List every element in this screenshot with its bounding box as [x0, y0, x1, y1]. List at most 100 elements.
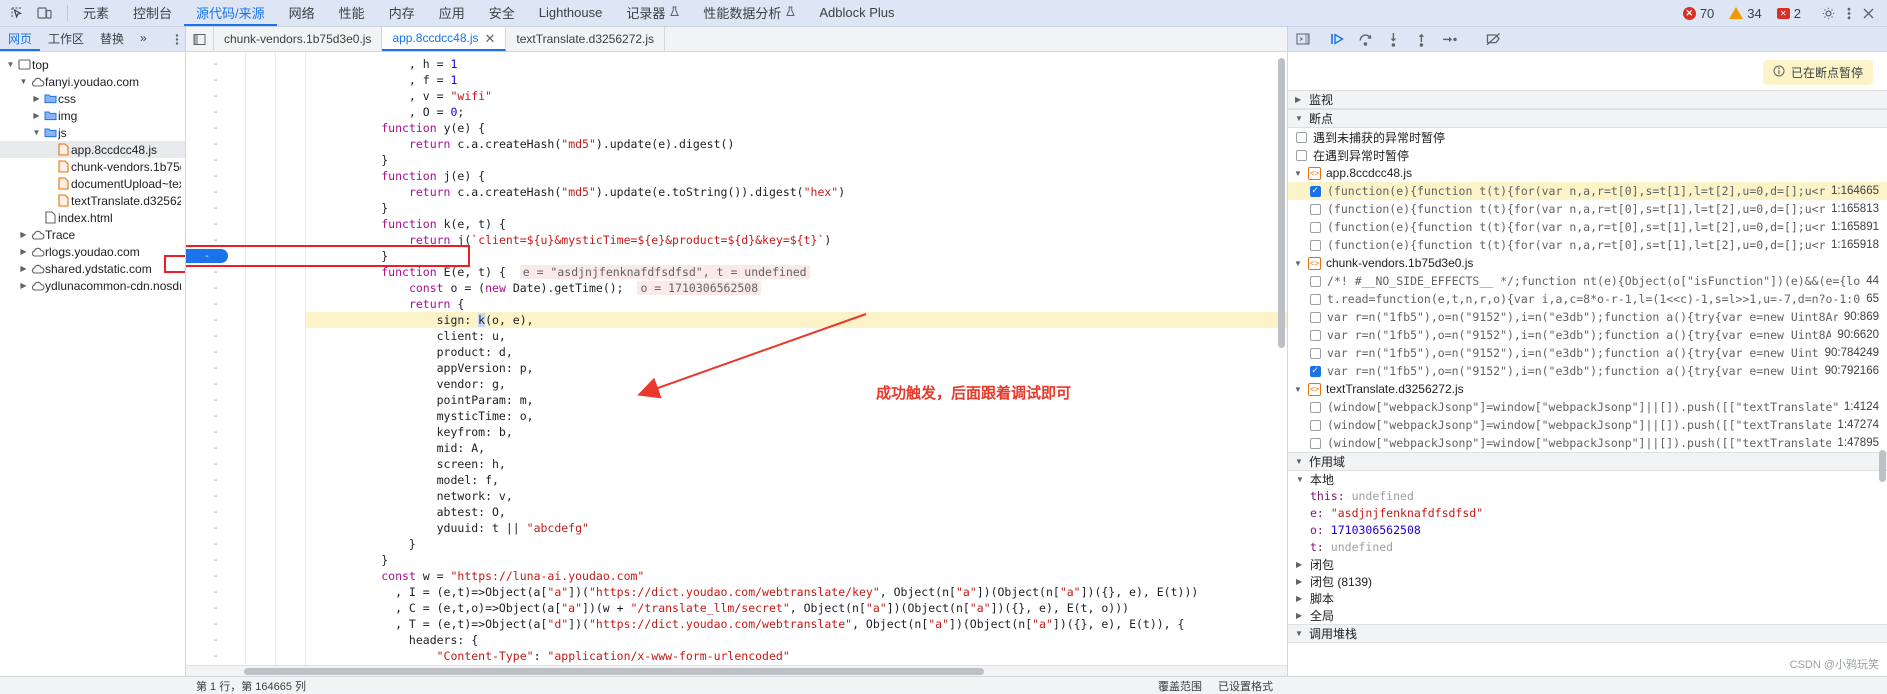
tab-memory[interactable]: 内存 — [377, 0, 427, 26]
step-icon[interactable] — [1440, 30, 1459, 49]
code-line[interactable]: , v = "wifi" — [306, 88, 1287, 104]
editor-vscroll-thumb[interactable] — [1278, 58, 1285, 348]
breakpoint-checkbox[interactable] — [1310, 203, 1321, 215]
nav-more-options-icon[interactable] — [169, 27, 185, 51]
nav-tab-page[interactable]: 网页 — [0, 27, 41, 51]
issues-badge[interactable]: ✕ 2 — [1771, 6, 1807, 21]
scope-global[interactable]: ▶ 全局 — [1288, 607, 1887, 624]
error-badge[interactable]: ✕ 70 — [1677, 6, 1720, 21]
twisty-icon[interactable]: ▶ — [30, 111, 43, 120]
breakpoint-checkbox[interactable] — [1310, 311, 1321, 323]
tab-elements[interactable]: 元素 — [71, 0, 121, 26]
gutter-line[interactable]: - — [186, 136, 245, 152]
watch-section-header[interactable]: ▶ 监视 — [1288, 90, 1887, 109]
gutter-line[interactable]: - — [186, 232, 245, 248]
gutter-line[interactable]: - — [186, 568, 245, 584]
gutter-line[interactable]: - — [186, 312, 245, 328]
tree-node-chunk-vendors-1b75d3e0-js[interactable]: chunk-vendors.1b75d3e0.js — [0, 158, 185, 175]
code-line[interactable]: sign: k(o, e), — [306, 312, 1287, 328]
twisty-icon[interactable]: ▶ — [30, 94, 43, 103]
twisty-icon[interactable]: ▶ — [17, 264, 30, 273]
code-line[interactable]: function E(e, t) { e = "asdjnjfenknafdfs… — [306, 264, 1287, 280]
editor-vertical-scrollbar[interactable] — [1276, 52, 1287, 665]
breakpoint-row[interactable]: /*! #__NO_SIDE_EFFECTS__ */;function nt(… — [1288, 272, 1887, 290]
breakpoint-checkbox[interactable] — [1310, 401, 1321, 413]
scope-variable-row[interactable]: o: 1710306562508 — [1288, 522, 1887, 539]
tree-node-js[interactable]: ▼ js — [0, 124, 185, 141]
scope-script[interactable]: ▶ 脚本 — [1288, 590, 1887, 607]
tree-node-trace[interactable]: ▶ Trace — [0, 226, 185, 243]
breakpoint-row[interactable]: (function(e){function t(t){for(var n,a,r… — [1288, 236, 1887, 254]
code-line[interactable]: const o = (new Date).getTime(); o = 1710… — [306, 280, 1287, 296]
breakpoint-row[interactable]: var r=n("1fb5"),o=n("9152"),i=n("e3db");… — [1288, 308, 1887, 326]
twisty-icon[interactable]: ▼ — [4, 60, 17, 69]
gutter-line[interactable]: - — [186, 600, 245, 616]
gutter-line[interactable]: - — [186, 472, 245, 488]
gutter-line[interactable]: - — [186, 504, 245, 520]
debugger-vscroll-thumb[interactable] — [1879, 450, 1886, 482]
checkbox[interactable] — [1296, 149, 1307, 161]
gutter-line[interactable]: - — [186, 264, 245, 280]
gutter-line[interactable]: - — [186, 632, 245, 648]
twisty-icon[interactable]: ▶ — [17, 281, 30, 290]
gutter-line[interactable]: - — [186, 440, 245, 456]
tree-node-rlogs-youdao-com[interactable]: ▶ rlogs.youdao.com — [0, 243, 185, 260]
checkbox[interactable] — [1296, 131, 1307, 143]
code-line[interactable]: } — [306, 536, 1287, 552]
code-line[interactable]: "Content-Type": "application/x-www-form-… — [306, 648, 1287, 664]
breakpoint-file-group[interactable]: ▼ <> chunk-vendors.1b75d3e0.js — [1288, 254, 1887, 272]
breakpoint-row[interactable]: t.read=function(e,t,n,r,o){var i,a,c=8*o… — [1288, 290, 1887, 308]
tree-node-top[interactable]: ▼ top — [0, 56, 185, 73]
resume-script-icon[interactable] — [1328, 30, 1347, 49]
tab-lighthouse[interactable]: Lighthouse — [527, 0, 615, 26]
code-line[interactable]: screen: h, — [306, 456, 1287, 472]
breakpoint-row[interactable]: var r=n("1fb5"),o=n("9152"),i=n("e3db");… — [1288, 344, 1887, 362]
tree-node-documentupload-texttrans[interactable]: documentUpload~textTrans — [0, 175, 185, 192]
code-line[interactable]: client: u, — [306, 328, 1287, 344]
code-line[interactable]: function k(e, t) { — [306, 216, 1287, 232]
gutter-line[interactable]: - — [186, 200, 245, 216]
scope-variable-row[interactable]: this: undefined — [1288, 488, 1887, 505]
code-line[interactable]: } — [306, 200, 1287, 216]
show-navigator-icon[interactable] — [186, 27, 214, 51]
code-line[interactable]: , I = (e,t)=>Object(a["a"])("https://dic… — [306, 584, 1287, 600]
gutter-line[interactable]: - — [186, 488, 245, 504]
breakpoint-row[interactable]: (function(e){function t(t){for(var n,a,r… — [1288, 182, 1887, 200]
code-line[interactable]: , T = (e,t)=>Object(a["d"])("https://dic… — [306, 616, 1287, 632]
code-content[interactable]: , h = 1 , f = 1 , v = "wifi" , O = 0; fu… — [306, 52, 1287, 665]
breakpoint-checkbox[interactable] — [1310, 347, 1321, 359]
code-line[interactable]: function y(e) { — [306, 120, 1287, 136]
gutter-line[interactable]: - — [186, 168, 245, 184]
breakpoint-marker[interactable]: - — [186, 249, 228, 263]
breakpoint-checkbox[interactable] — [1310, 293, 1321, 305]
gutter-line[interactable]: - — [186, 184, 245, 200]
code-line[interactable]: headers: { — [306, 632, 1287, 648]
breakpoint-checkbox[interactable] — [1310, 221, 1321, 233]
code-line[interactable]: appVersion: p, — [306, 360, 1287, 376]
scope-closure-2[interactable]: ▶ 闭包 (8139) — [1288, 573, 1887, 590]
code-line[interactable]: const w = "https://luna-ai.youdao.com" — [306, 568, 1287, 584]
code-line[interactable]: model: f, — [306, 472, 1287, 488]
nav-tab-overrides[interactable]: 替换 — [92, 27, 132, 51]
breakpoint-checkbox[interactable] — [1310, 365, 1321, 377]
gutter-line[interactable]: - — [186, 424, 245, 440]
code-line[interactable]: yduuid: t || "abcdefg" — [306, 520, 1287, 536]
breakpoints-section-header[interactable]: ▼ 断点 — [1288, 109, 1887, 128]
code-line[interactable]: vendor: g, — [306, 376, 1287, 392]
gutter-line[interactable]: - — [186, 616, 245, 632]
gutter-line[interactable]: - — [186, 56, 245, 72]
tree-node-fanyi-youdao-com[interactable]: ▼ fanyi.youdao.com — [0, 73, 185, 90]
gutter-line[interactable]: - — [186, 584, 245, 600]
step-into-icon[interactable] — [1384, 30, 1403, 49]
inspect-element-icon[interactable] — [8, 5, 25, 22]
callstack-section-header[interactable]: ▼ 调用堆栈 — [1288, 624, 1887, 643]
breakpoint-checkbox[interactable] — [1310, 329, 1321, 341]
gutter-line[interactable]: - — [186, 456, 245, 472]
tree-node-img[interactable]: ▶ img — [0, 107, 185, 124]
tab-application[interactable]: 应用 — [427, 0, 477, 26]
breakpoint-checkbox[interactable] — [1310, 239, 1321, 251]
breakpoint-row[interactable]: var r=n("1fb5"),o=n("9152"),i=n("e3db");… — [1288, 326, 1887, 344]
tree-node-ydlunacommon-cdn-nosdn-127-n[interactable]: ▶ ydlunacommon-cdn.nosdn.127.n — [0, 277, 185, 294]
gutter-line[interactable]: - — [186, 520, 245, 536]
file-tab-chunk-vendors[interactable]: chunk-vendors.1b75d3e0.js — [214, 27, 383, 51]
